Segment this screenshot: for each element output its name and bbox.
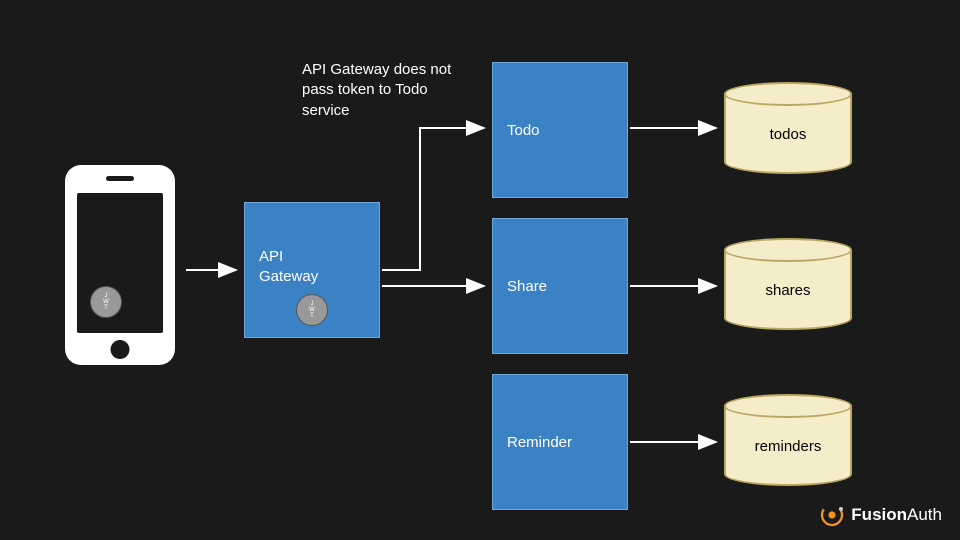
- database-label: reminders: [724, 438, 852, 455]
- arrow-gateway-to-todo: [382, 128, 484, 270]
- service-label: Reminder: [507, 434, 572, 451]
- phone-home-button: [111, 340, 130, 359]
- mobile-device: [65, 165, 175, 365]
- annotation-text: API Gateway does not pass token to Todo …: [302, 60, 462, 121]
- gateway-label-line2: Gateway: [259, 268, 318, 285]
- jwt-letter: T: [104, 305, 108, 311]
- shares-database: shares: [724, 238, 852, 330]
- database-label: todos: [724, 126, 852, 143]
- phone-speaker: [106, 176, 134, 181]
- todo-service-node: Todo: [492, 62, 628, 198]
- logo-text: FusionAuth: [851, 505, 942, 525]
- jwt-token-icon: J W T: [90, 286, 122, 318]
- todos-database: todos: [724, 82, 852, 174]
- service-label: Share: [507, 278, 547, 295]
- phone-screen: [77, 193, 163, 333]
- logo-icon: [819, 502, 845, 528]
- gateway-label-line1: API: [259, 248, 283, 265]
- service-label: Todo: [507, 122, 540, 139]
- database-label: shares: [724, 282, 852, 299]
- jwt-letter: T: [310, 313, 314, 319]
- reminders-database: reminders: [724, 394, 852, 486]
- jwt-token-icon: J W T: [296, 294, 328, 326]
- reminder-service-node: Reminder: [492, 374, 628, 510]
- fusionauth-logo: FusionAuth: [819, 502, 942, 528]
- share-service-node: Share: [492, 218, 628, 354]
